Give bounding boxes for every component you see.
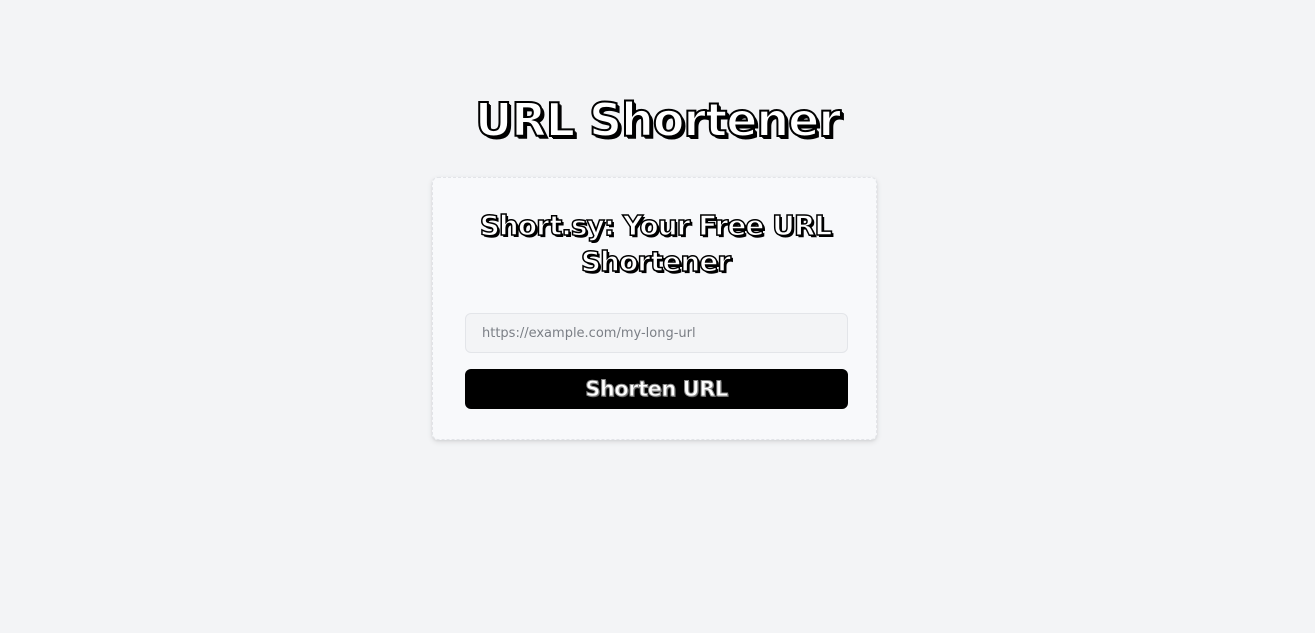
shorten-url-button[interactable]: Shorten URL [465,369,848,409]
page-title: URL Shortener [474,92,842,148]
url-input[interactable] [465,313,848,353]
card-title: Short.sy: Your Free URL Shortener [479,208,833,279]
page: URL Shortener Short.sy: Your Free URL Sh… [0,0,1315,633]
shortener-card: Short.sy: Your Free URL Shortener Shorte… [432,177,877,440]
